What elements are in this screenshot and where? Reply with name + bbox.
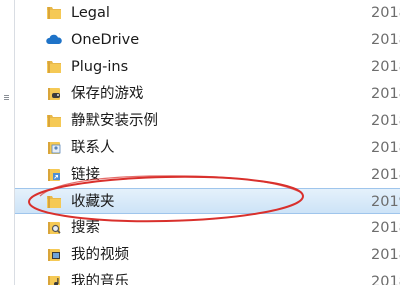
file-row-favorites[interactable]: 收藏夹 2019: [15, 188, 400, 214]
file-name: Legal: [71, 5, 110, 21]
folder-icon: [45, 58, 63, 76]
file-row-contacts[interactable]: 联系人 2018: [15, 135, 400, 161]
file-list: Legal 2018 OneDrive 2018 Plug-ins: [15, 0, 400, 285]
file-date: 2018: [371, 86, 400, 102]
file-row-plug-ins[interactable]: Plug-ins 2018: [15, 54, 400, 80]
file-name: Plug-ins: [71, 59, 129, 75]
file-date: 2018: [371, 140, 400, 156]
file-date: 2018: [371, 247, 400, 263]
onedrive-cloud-icon: [45, 31, 63, 49]
file-row-links[interactable]: 链接 2018: [15, 162, 400, 188]
file-explorer-window: Legal 2018 OneDrive 2018 Plug-ins: [0, 0, 400, 285]
file-name: 收藏夹: [71, 194, 115, 210]
music-icon: [45, 273, 63, 285]
navigation-pane-edge[interactable]: [0, 0, 15, 285]
videos-icon: [45, 246, 63, 264]
file-date: 2018: [371, 167, 400, 183]
file-date: 2018: [371, 5, 400, 21]
file-name: 保存的游戏: [71, 86, 144, 102]
file-row-onedrive[interactable]: OneDrive 2018: [15, 27, 400, 53]
file-name: 链接: [71, 167, 100, 183]
file-name: 搜索: [71, 220, 100, 236]
file-name: 联系人: [71, 140, 115, 156]
file-row-searches[interactable]: 搜索 2018: [15, 215, 400, 241]
file-date: 2018: [371, 113, 400, 129]
saved-games-icon: [45, 85, 63, 103]
file-row-legal[interactable]: Legal 2018: [15, 0, 400, 26]
folder-icon: [45, 4, 63, 22]
links-icon: [45, 166, 63, 184]
file-name: 我的音乐: [71, 274, 129, 285]
file-date: 2018: [371, 59, 400, 75]
file-date: 2018: [371, 32, 400, 48]
folder-icon: [45, 112, 63, 130]
file-row-saved-games[interactable]: 保存的游戏 2018: [15, 81, 400, 107]
pane-splitter-grip[interactable]: [4, 94, 10, 104]
file-name: 我的视频: [71, 247, 129, 263]
file-row-my-music[interactable]: 我的音乐 2018: [15, 269, 400, 285]
file-row-my-videos[interactable]: 我的视频 2018: [15, 242, 400, 268]
file-date: 2018: [371, 220, 400, 236]
file-name: OneDrive: [71, 32, 140, 48]
searches-icon: [45, 219, 63, 237]
file-date: 2019: [371, 194, 400, 210]
file-row-silent-install-sample[interactable]: 静默安装示例 2018: [15, 108, 400, 134]
contacts-icon: [45, 139, 63, 157]
file-date: 2018: [371, 274, 400, 285]
file-name: 静默安装示例: [71, 113, 158, 129]
favorites-folder-icon: [45, 193, 63, 211]
